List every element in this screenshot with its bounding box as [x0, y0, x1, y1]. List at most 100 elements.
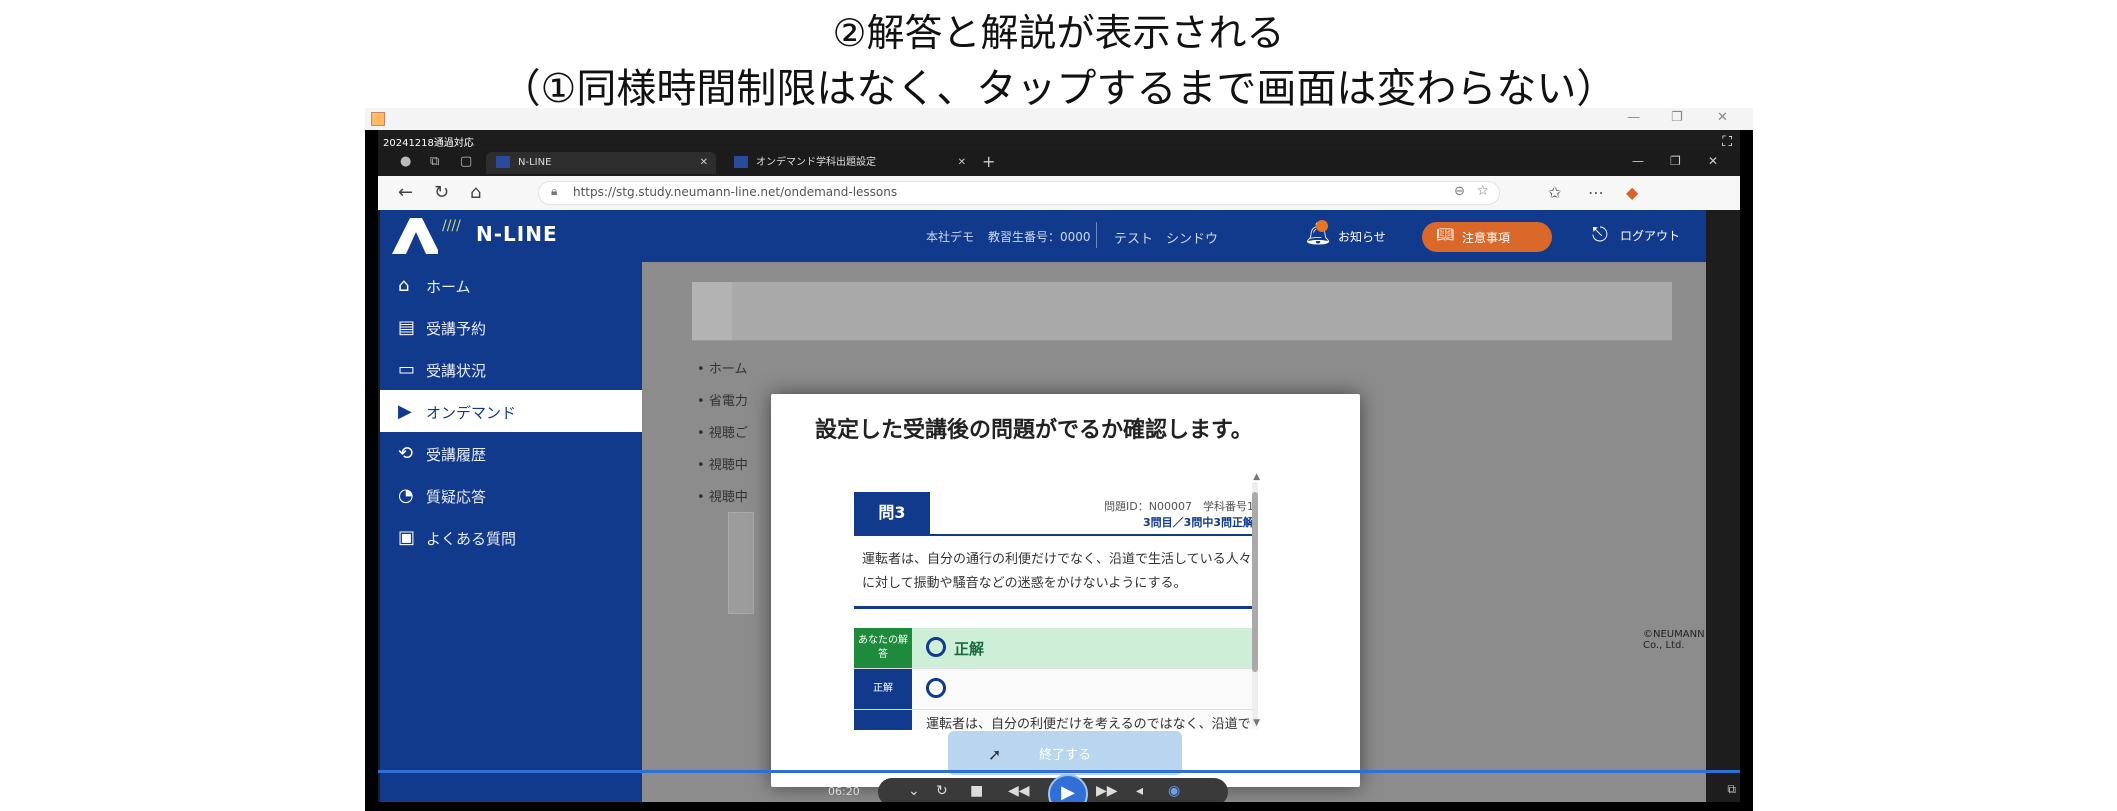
close-icon[interactable]: ✕	[1717, 110, 1728, 125]
student-number: 教習生番号：0000	[988, 230, 1091, 244]
logout-link[interactable]: ログアウト	[1620, 227, 1680, 244]
tab-nline[interactable]: N-LINE ✕	[486, 152, 716, 174]
favicon-icon	[734, 156, 748, 168]
tab-close-icon[interactable]: ✕	[700, 152, 708, 174]
modal-title: 設定した受講後の問題がでるか確認します。	[815, 418, 1253, 443]
favicon-icon	[496, 156, 510, 168]
play-circle-icon: ▶	[398, 401, 412, 422]
favorite-star-icon[interactable]: ☆	[1476, 183, 1489, 199]
sidebar-item-reservation[interactable]: ▤ 受講予約	[380, 306, 642, 348]
header-divider	[1096, 222, 1097, 248]
question-header: 問3 問題ID：N00007 学科番号1 3問目／3問中3問正解	[854, 492, 1258, 536]
book-icon: 📖︎	[1436, 227, 1454, 243]
maximize-icon[interactable]: ❐	[1671, 110, 1683, 125]
explanation-row: 解説 運転者は、自分の利便だけを考えるのではなく、沿道で生活している人々のことを…	[854, 710, 1258, 730]
list-item: • ホーム	[697, 362, 748, 377]
fullscreen-icon[interactable]: ⛶	[1722, 134, 1732, 150]
player-titlebar: — ❐ ✕	[365, 108, 1753, 130]
chevron-down-icon[interactable]: ⌄	[908, 783, 920, 799]
stop-icon[interactable]: ■	[970, 783, 983, 799]
content-card	[728, 512, 754, 614]
settings-icon[interactable]: ◉	[1168, 783, 1180, 799]
sidebar-item-faq[interactable]: ▣ よくある質問	[380, 516, 642, 558]
caution-button[interactable]: 📖︎ 注意事項	[1422, 222, 1552, 252]
scroll-up-icon[interactable]: ▲	[1253, 472, 1260, 482]
question-number: 問3	[854, 492, 930, 534]
reader-icon[interactable]: ⊖	[1454, 184, 1465, 199]
caption-line2: （①同様時間制限はなく、タップするまで画面は変わらない）	[500, 66, 1617, 112]
seek-bar[interactable]	[378, 770, 1740, 773]
scroll-down-icon[interactable]: ▼	[1253, 718, 1260, 728]
volume-icon[interactable]: ◂	[1136, 783, 1143, 799]
collections-icon[interactable]: ⧉	[430, 154, 439, 169]
tab-close-icon[interactable]: ✕	[958, 152, 966, 174]
question-text: 運転者は、自分の通行の利便だけでなく、沿道で生活している人々に対して振動や騒音な…	[862, 552, 1252, 591]
notification-badge	[1316, 220, 1328, 232]
play-button[interactable]: ▶	[1048, 774, 1088, 802]
more-icon[interactable]: ⋯	[1588, 183, 1604, 202]
fast-forward-icon[interactable]: ▶▶	[1096, 783, 1118, 799]
sidebar-item-ondemand[interactable]: ▶ オンデマンド	[380, 390, 642, 432]
mouse-cursor-icon: ➚	[988, 745, 1002, 764]
circle-mark-icon	[926, 678, 946, 698]
sidebar: ⌂ ホーム ▤ 受講予約 ▭ 受講状況 ▶ オンデマンド ⟲ 受講履歴 ◔ 質疑応答 ▣ よく…	[380, 262, 642, 802]
rewind-icon[interactable]: ◀◀	[1008, 783, 1030, 799]
user-name: テスト シンドウ	[1114, 232, 1219, 247]
back-icon[interactable]: ←	[398, 182, 413, 203]
video-label: 20241218通過対応	[383, 138, 474, 149]
url-field[interactable]: 🔒︎ https://stg.study.neumann-line.net/on…	[538, 181, 1500, 205]
home-icon: ⌂	[398, 275, 410, 296]
new-tab-icon[interactable]: +	[982, 152, 995, 171]
sidebar-item-history[interactable]: ⟲ 受講履歴	[380, 432, 642, 474]
current-time: 06:20	[828, 785, 860, 798]
copilot-icon[interactable]: ◆	[1626, 183, 1638, 202]
list-item: • 省電力	[697, 394, 748, 409]
logo-text: N-LINE	[476, 222, 558, 246]
caption-line1: ②解答と解説が表示される	[832, 11, 1285, 55]
reload-icon[interactable]: ↻	[434, 182, 449, 203]
sidebar-item-home[interactable]: ⌂ ホーム	[380, 264, 642, 306]
sidebar-item-status[interactable]: ▭ 受講状況	[380, 348, 642, 390]
list-item: • 視聴中	[697, 458, 748, 473]
app-header: //// N-LINE 本社デモ 教習生番号：0000 テスト シンドウ 🔔︎ …	[380, 210, 1706, 262]
content-header	[692, 282, 1672, 341]
lock-icon: 🔒︎	[551, 184, 558, 198]
sidebar-item-qa[interactable]: ◔ 質疑応答	[380, 474, 642, 516]
question-divider	[854, 606, 1258, 609]
browser-close-icon[interactable]: ✕	[1708, 154, 1718, 168]
home-icon[interactable]: ⌂	[470, 182, 481, 203]
question-panel[interactable]: 問3 問題ID：N00007 学科番号1 3問目／3問中3問正解 運転者は、自分…	[848, 470, 1264, 730]
browser-maximize-icon[interactable]: ❐	[1670, 154, 1681, 168]
your-answer-value: 正解	[954, 640, 985, 658]
tab-ondemand-settings[interactable]: オンデマンド学科出題設定 ✕	[724, 152, 974, 174]
scroll-thumb[interactable]	[1252, 492, 1258, 672]
minimize-icon[interactable]: —	[1627, 110, 1640, 125]
profile-icon[interactable]: ●	[400, 154, 411, 169]
browser-address-bar: ← ↻ ⌂ 🔒︎ https://stg.study.neumann-line.…	[378, 176, 1740, 210]
reservation-icon: ▤	[398, 317, 416, 338]
circle-mark-icon	[926, 637, 946, 657]
browser-tab-bar: ● ⧉ ▢ N-LINE ✕ オンデマンド学科出題設定 ✕ + — ❐ ✕	[378, 150, 1740, 176]
tab-list-icon[interactable]: ▢	[460, 154, 472, 169]
panel-scrollbar[interactable]	[1252, 482, 1258, 727]
content-tab	[692, 282, 732, 340]
folder-icon: ▭	[398, 359, 416, 380]
question-result: 3問目／3問中3問正解	[1143, 516, 1254, 529]
finish-button[interactable]: 終了する	[948, 731, 1182, 775]
company-name: 本社デモ	[926, 230, 975, 244]
mini-player-icon[interactable]: ⧉	[1727, 782, 1736, 797]
correct-answer-row: 正解	[854, 669, 1258, 710]
notice-link[interactable]: お知らせ	[1338, 228, 1386, 245]
nline-logo-icon	[392, 218, 438, 254]
video-frame: 20241218通過対応 ⛶ ● ⧉ ▢ N-LINE ✕ オンデマンド学科出題…	[378, 130, 1740, 802]
app-icon	[371, 112, 385, 126]
favorites-icon[interactable]: ✩	[1548, 183, 1561, 202]
logo-stripes-icon: ////	[442, 218, 461, 234]
loop-icon[interactable]: ↻	[936, 783, 948, 799]
history-icon: ⟲	[398, 443, 414, 464]
browser-minimize-icon[interactable]: —	[1632, 154, 1644, 168]
faq-icon: ▣	[398, 527, 416, 548]
logout-icon[interactable]: ⎋	[1592, 222, 1608, 246]
explanation-label: 解説	[854, 710, 912, 730]
chat-icon: ◔	[398, 485, 414, 506]
